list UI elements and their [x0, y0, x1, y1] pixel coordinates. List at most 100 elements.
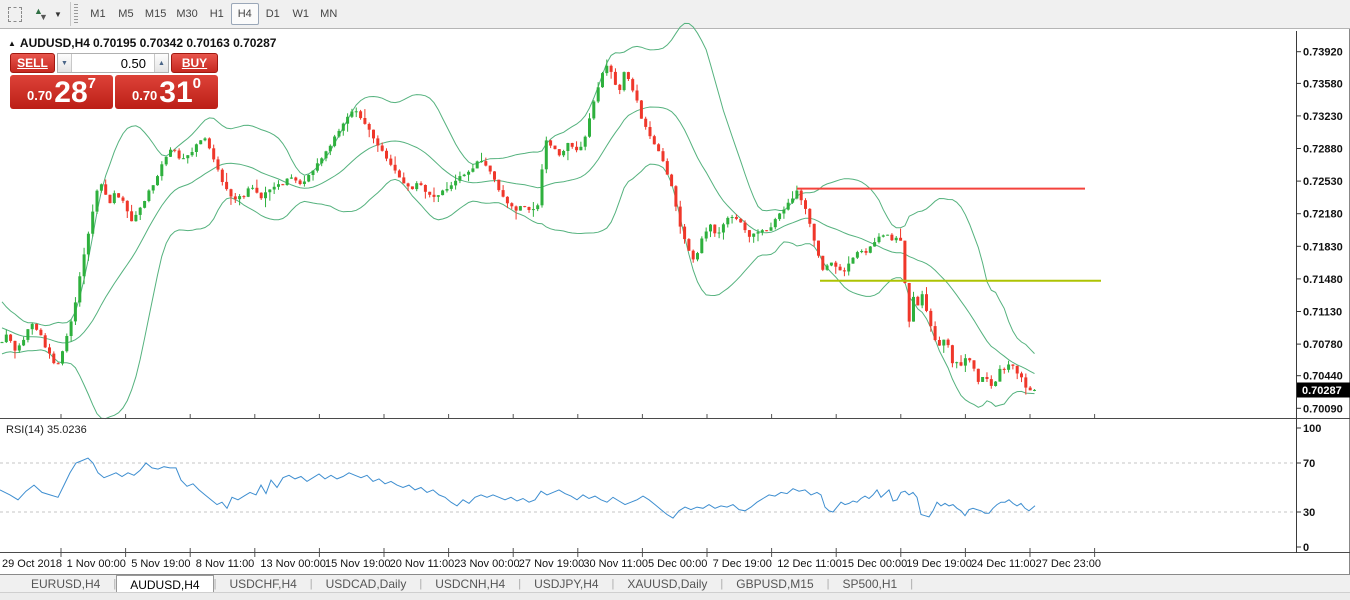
- candle-body: [117, 193, 120, 197]
- volume-input[interactable]: [72, 54, 154, 72]
- time-tick-label: 5 Dec 00:00: [648, 558, 707, 570]
- rsi-axis: 10070300: [1296, 423, 1321, 554]
- candle-body: [484, 161, 487, 166]
- candle-body: [359, 111, 362, 118]
- candle-body: [515, 206, 518, 210]
- candle-body: [70, 321, 73, 336]
- buy-price-big: 31: [159, 79, 192, 107]
- candle-body: [977, 369, 980, 382]
- buy-price-display[interactable]: 0.70 31 0: [115, 75, 218, 109]
- candle-body: [636, 91, 639, 101]
- rsi-pane: [0, 458, 1296, 518]
- candle-body: [657, 144, 660, 151]
- candle-body: [208, 138, 211, 148]
- candle-body: [739, 219, 742, 223]
- candle-body: [493, 171, 496, 179]
- time-tick-label: 30 Nov 11:00: [583, 558, 648, 570]
- current-price-label: 0.70287: [1302, 385, 1342, 397]
- candle-body: [178, 151, 181, 159]
- candle-body: [804, 200, 807, 209]
- candle-body: [683, 227, 686, 240]
- candle-body: [662, 151, 665, 161]
- candle-body: [960, 362, 963, 365]
- candle-body: [674, 186, 677, 206]
- time-tick-label: 23 Nov 00:00: [454, 558, 519, 570]
- time-tick-label: 8 Nov 11:00: [196, 558, 255, 570]
- candle-body: [173, 150, 176, 151]
- candle-body: [299, 181, 302, 185]
- candle-body: [441, 191, 444, 196]
- candle-body: [307, 175, 310, 182]
- volume-increase-button[interactable]: ▲: [154, 54, 168, 72]
- candle-body: [39, 330, 42, 335]
- candle-body: [5, 335, 8, 343]
- candle-body: [692, 251, 695, 260]
- trade-prices-row: 0.70 28 7 0.70 31 0: [10, 75, 218, 109]
- candle-body: [152, 185, 155, 190]
- candle-body: [320, 158, 323, 163]
- price-tick-label: 0.70780: [1303, 339, 1343, 351]
- candle-body: [787, 203, 790, 210]
- candle-body: [333, 137, 336, 146]
- candle-body: [1016, 366, 1019, 374]
- candle-body: [830, 263, 833, 266]
- candle-body: [856, 252, 859, 258]
- candle-body: [394, 165, 397, 171]
- sell-price-display[interactable]: 0.70 28 7: [10, 75, 113, 109]
- candle-body: [990, 379, 993, 386]
- rsi-line: [0, 458, 1035, 518]
- time-tick-label: 5 Nov 19:00: [131, 558, 190, 570]
- candle-body: [653, 136, 656, 144]
- buy-button[interactable]: BUY: [171, 53, 218, 73]
- candle-body: [627, 72, 630, 79]
- candle-body: [329, 146, 332, 152]
- candle-body: [113, 193, 116, 203]
- one-click-trading-panel: SELL ▼ ▲ BUY 0.70 28 7 0.70 31 0: [10, 53, 218, 109]
- candle-body: [618, 85, 621, 90]
- collapse-panel-icon[interactable]: ▲: [8, 39, 16, 48]
- volume-decrease-button[interactable]: ▼: [58, 54, 72, 72]
- sell-price-sup: 7: [88, 76, 96, 91]
- candle-body: [1003, 369, 1006, 370]
- candle-body: [873, 242, 876, 246]
- candle-body: [709, 225, 712, 232]
- candle-body: [104, 184, 107, 194]
- candle-body: [325, 151, 328, 158]
- candle-body: [281, 184, 284, 185]
- candle-body: [471, 168, 474, 171]
- candle-body: [778, 214, 781, 220]
- candle-body: [821, 256, 824, 270]
- candle-body: [834, 263, 837, 267]
- candle-body: [597, 87, 600, 101]
- candle-body: [808, 209, 811, 224]
- candle-body: [916, 297, 919, 306]
- candle-body: [48, 347, 51, 353]
- candle-body: [238, 196, 241, 199]
- candle-body: [294, 178, 297, 181]
- candle-body: [182, 158, 185, 159]
- candle-body: [882, 235, 885, 236]
- candle-body: [91, 212, 94, 234]
- candle-body: [748, 230, 751, 237]
- price-tick-label: 0.71480: [1303, 274, 1343, 286]
- candle-body: [752, 234, 755, 237]
- candle-body: [878, 237, 881, 242]
- sell-price-prefix: 0.70: [27, 88, 52, 103]
- candle-body: [847, 264, 850, 272]
- candle-body: [398, 171, 401, 178]
- candle-body: [670, 175, 673, 187]
- rsi-tick-label: 0: [1303, 542, 1309, 554]
- candle-body: [532, 209, 535, 210]
- candle-body: [528, 207, 531, 210]
- candle-body: [35, 324, 38, 330]
- candle-body: [860, 251, 863, 252]
- candle-body: [402, 177, 405, 183]
- candle-body: [96, 191, 99, 212]
- candle-body: [631, 79, 634, 90]
- candle-body: [9, 335, 12, 341]
- candle-body: [584, 137, 587, 147]
- candle-body: [951, 345, 954, 363]
- candle-body: [973, 360, 976, 368]
- sell-button[interactable]: SELL: [10, 53, 55, 73]
- candle-body: [234, 196, 237, 199]
